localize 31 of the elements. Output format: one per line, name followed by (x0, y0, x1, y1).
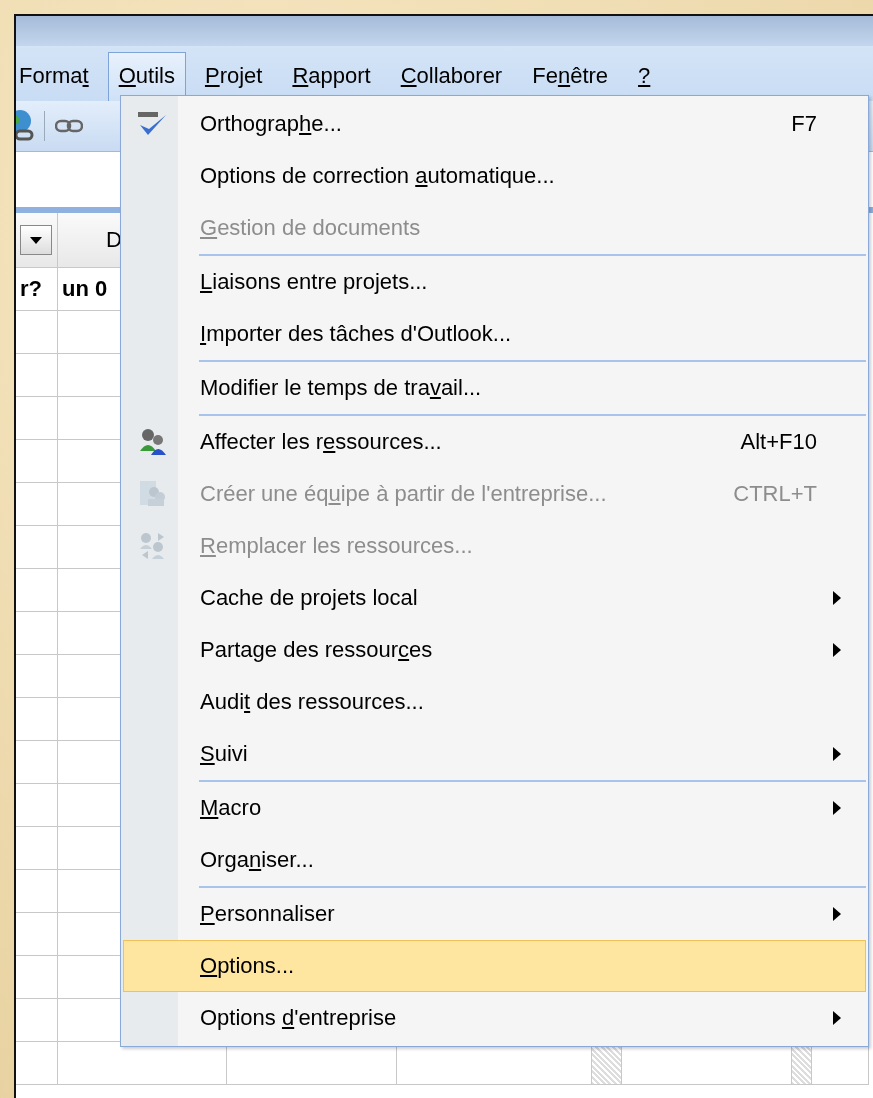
menu-item[interactable]: Options de correction automatique... (123, 150, 866, 202)
submenu-arrow-icon (833, 643, 841, 657)
menu-item[interactable]: Cache de projets local (123, 572, 866, 624)
people-icon (138, 427, 168, 457)
team-icon (138, 479, 168, 509)
caret-icon (30, 236, 42, 244)
menu-tab[interactable]: Outils (107, 52, 186, 101)
shortcut-label: Alt+F10 (740, 429, 817, 455)
menu-item[interactable]: Affecter les ressources... Alt+F10 (123, 416, 866, 468)
menu-item[interactable]: Suivi (123, 728, 866, 780)
menu-item[interactable]: Personnaliser (123, 888, 866, 940)
link-icon[interactable] (55, 119, 83, 133)
menu-item[interactable]: Orthographe... F7 (123, 98, 866, 150)
submenu-arrow-icon (833, 801, 841, 815)
menu-item[interactable]: Audit des ressources... (123, 676, 866, 728)
menu-tab[interactable]: Format (16, 52, 100, 101)
menu-item[interactable]: Options d'entreprise (123, 992, 866, 1044)
menu-item[interactable]: Importer des tâches d'Outlook... (123, 308, 866, 360)
dropdown-button[interactable] (20, 225, 52, 255)
menu-item[interactable]: Organiser... (123, 834, 866, 886)
submenu-arrow-icon (833, 1011, 841, 1025)
shortcut-label: F7 (791, 111, 817, 137)
menu-item[interactable]: Options... (123, 940, 866, 992)
submenu-arrow-icon (833, 591, 841, 605)
menu-item[interactable]: Partage des ressources (123, 624, 866, 676)
menu-item[interactable]: Macro (123, 782, 866, 834)
menu-item[interactable]: Modifier le temps de travail... (123, 362, 866, 414)
shortcut-label: CTRL+T (733, 481, 817, 507)
submenu-arrow-icon (833, 747, 841, 761)
table-cell: r? (16, 268, 58, 311)
submenu-arrow-icon (833, 907, 841, 921)
